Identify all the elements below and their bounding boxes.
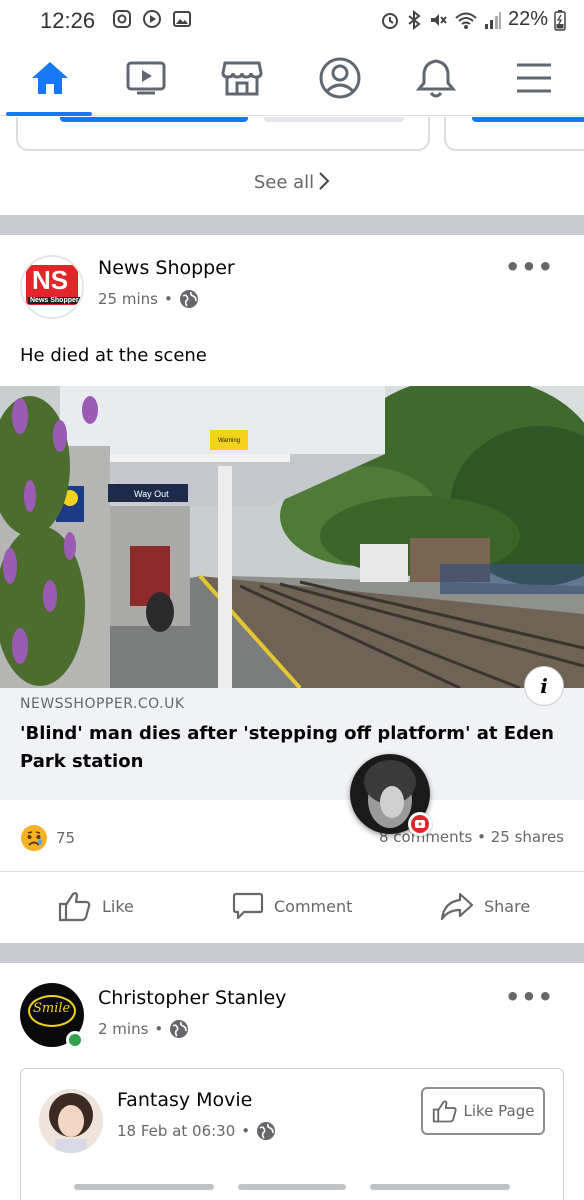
info-button[interactable]: i [524,666,564,706]
comment-button[interactable]: Comment [232,890,352,922]
thumbs-up-icon [432,1100,457,1123]
nav-active-indicator [6,112,92,116]
avatar-logo-text: NS [32,265,69,295]
post-time[interactable]: 25 mins [98,290,158,308]
shared-post-date[interactable]: 18 Feb at 06:30 [117,1122,235,1140]
see-all-label: See all [253,172,315,193]
alarm-icon [381,12,398,29]
like-button[interactable]: Like [58,890,134,922]
reaction-count: 75 [56,829,76,847]
mute-icon [430,13,447,26]
play-badge-icon [411,815,429,833]
battery-icon [554,9,566,31]
play-circle-icon [143,10,161,28]
see-all-link[interactable]: See all [0,171,584,193]
nav-home[interactable] [12,50,88,106]
more-options-button[interactable]: ••• [505,253,554,281]
nav-marketplace[interactable] [204,50,280,106]
comment-icon [232,892,264,920]
wifi-icon [455,12,477,29]
scroll-indicator [370,1184,510,1190]
post-text: He died at the scene [20,345,207,366]
nav-notifications[interactable] [398,50,474,106]
news-shopper-avatar[interactable]: NS News Shopper [20,255,84,319]
fantasy-movie-avatar[interactable] [39,1089,103,1153]
gallery-icon [173,11,191,27]
nav-watch[interactable] [108,50,184,106]
comment-label: Comment [274,896,353,916]
nav-menu[interactable] [496,50,572,106]
feed-divider [0,943,584,963]
battery-percent: 22% [507,8,548,30]
home-icon [32,62,68,94]
signal-icon [484,11,501,29]
shared-page-card[interactable]: Fantasy Movie 18 Feb at 06:30 • Like Pag… [20,1068,564,1200]
engagement-summary[interactable]: 8 comments • 25 shares [379,828,564,846]
scroll-indicator [74,1184,214,1190]
top-nav-bar [0,40,584,116]
bluetooth-icon [408,9,421,30]
link-domain: NEWSSHOPPER.CO.UK [20,696,185,712]
post-action-row: Like Comment Share [0,871,584,943]
link-title: 'Blind' man dies after 'stepping off pla… [20,723,554,772]
scroll-indicator [238,1184,346,1190]
share-label: Share [484,896,531,916]
previous-card[interactable] [16,117,430,151]
previous-carousel-section: See all [0,117,584,215]
like-page-button[interactable]: Like Page [421,1087,545,1135]
instagram-icon [113,10,131,28]
feed-post: NS News Shopper News Shopper 25 mins • •… [0,235,584,943]
previous-card[interactable] [444,117,584,151]
globe-icon [179,290,198,308]
nav-profile[interactable] [302,50,378,106]
video-play-badge [408,812,432,836]
share-button[interactable]: Share [440,890,530,922]
way-out-sign-text: Way Out [134,489,169,499]
reactions-summary[interactable]: 75 [20,824,75,852]
post-author[interactable]: Christopher Stanley [98,987,286,1009]
feed-divider [0,215,584,235]
warning-sign-text: Warning [218,438,240,444]
sad-face-icon [21,825,47,851]
link-preview-info[interactable]: NEWSSHOPPER.CO.UK 'Blind' man dies after… [0,688,584,800]
post-time[interactable]: 2 mins [98,1020,148,1038]
chevron-right-icon [319,172,330,190]
status-time: 12:26 [40,8,96,33]
globe-icon [170,1020,189,1038]
avatar-smile-text: Smile [33,1001,71,1016]
notifications-icon [416,59,456,98]
info-icon: i [540,674,548,698]
more-options-button[interactable]: ••• [505,983,554,1011]
online-status-dot [66,1031,84,1049]
menu-icon [517,63,551,93]
link-preview-image[interactable]: Warning Way Out [0,386,584,688]
marketplace-icon [221,61,263,96]
globe-icon [257,1122,276,1140]
train-station-photo: Warning Way Out [0,386,584,688]
profile-icon [319,57,361,99]
post-author[interactable]: News Shopper [98,257,235,279]
share-icon [440,892,474,921]
avatar-logo-subtext: News Shopper [28,297,81,304]
like-page-label: Like Page [463,1102,535,1120]
shared-page-name[interactable]: Fantasy Movie [117,1089,252,1111]
status-bar: 12:26 22% [0,0,584,40]
thumbs-up-icon [58,892,91,922]
like-label: Like [102,896,134,916]
watch-icon [126,61,166,95]
